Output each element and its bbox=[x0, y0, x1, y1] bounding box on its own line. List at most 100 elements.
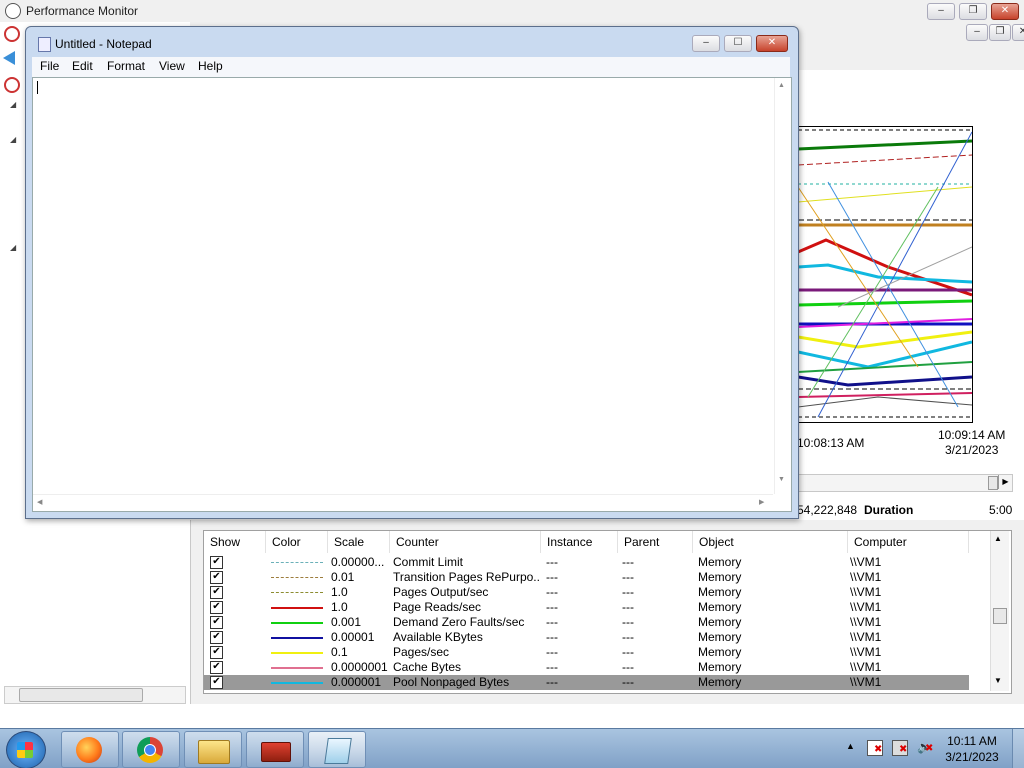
left-hscrollbar[interactable] bbox=[4, 686, 186, 704]
scroll-up-arrow-icon[interactable]: ▲ bbox=[778, 82, 785, 89]
row-parent: --- bbox=[622, 570, 634, 584]
show-checkbox[interactable]: ✔ bbox=[210, 601, 223, 614]
notepad-icon bbox=[38, 37, 51, 52]
scroll-left-arrow-icon[interactable]: ◀ bbox=[37, 498, 42, 506]
scroll-right-arrow-icon[interactable]: ▶ bbox=[998, 475, 1012, 489]
row-object: Memory bbox=[698, 615, 742, 629]
row-instance: --- bbox=[546, 675, 558, 689]
scroll-right-arrow-icon[interactable]: ▶ bbox=[759, 498, 764, 506]
row-instance: --- bbox=[546, 630, 558, 644]
col-header-scale[interactable]: Scale bbox=[328, 531, 390, 553]
row-parent: --- bbox=[622, 555, 634, 569]
row-computer: \\VM1 bbox=[850, 675, 882, 689]
row-object: Memory bbox=[698, 570, 742, 584]
tree-expander-icon[interactable]: ◢ bbox=[10, 100, 16, 109]
tree-expander-icon[interactable]: ◢ bbox=[10, 135, 16, 144]
duration-value: 5:00 bbox=[989, 503, 1013, 517]
row-instance: --- bbox=[546, 615, 558, 629]
table-row[interactable]: ✔ 1.0 Pages Output/sec --- --- Memory \\VM1 bbox=[204, 585, 969, 600]
col-header-counter[interactable]: Counter bbox=[390, 531, 541, 553]
performance-graph[interactable] bbox=[797, 126, 973, 423]
show-checkbox[interactable]: ✔ bbox=[210, 646, 223, 659]
table-vscroll-thumb[interactable] bbox=[993, 608, 1007, 624]
show-desktop-button[interactable] bbox=[1012, 729, 1024, 768]
show-checkbox[interactable]: ✔ bbox=[210, 586, 223, 599]
row-parent: --- bbox=[622, 660, 634, 674]
notepad-close-button[interactable]: ✕ bbox=[756, 35, 788, 52]
menu-file[interactable]: File bbox=[40, 59, 59, 73]
left-hscroll-thumb[interactable] bbox=[19, 688, 143, 702]
graph-hscroll-thumb[interactable] bbox=[988, 476, 998, 490]
row-counter: Pages Output/sec bbox=[393, 585, 489, 599]
clock-date: 3/21/2023 bbox=[945, 750, 999, 764]
action-center-icon[interactable]: ✖ bbox=[867, 740, 883, 756]
notepad-vscrollbar[interactable]: ▲ ▼ bbox=[774, 78, 791, 494]
col-header-color[interactable]: Color bbox=[266, 531, 328, 553]
col-header-show[interactable]: Show bbox=[204, 531, 266, 553]
minimize-button[interactable]: – bbox=[927, 3, 955, 20]
scroll-up-arrow-icon[interactable]: ▲ bbox=[994, 534, 1002, 543]
col-header-parent[interactable]: Parent bbox=[618, 531, 693, 553]
show-checkbox[interactable]: ✔ bbox=[210, 661, 223, 674]
show-hidden-icons-button[interactable]: ▲ bbox=[846, 741, 855, 751]
menu-help[interactable]: Help bbox=[198, 59, 223, 73]
error-x-icon: ✖ bbox=[899, 744, 908, 755]
graph-hscrollbar[interactable]: ▶ bbox=[797, 474, 1013, 492]
taskbar-toolbox[interactable] bbox=[246, 731, 304, 768]
table-vscrollbar[interactable]: ▲ ▼ bbox=[990, 531, 1009, 691]
taskbar-firefox[interactable] bbox=[61, 731, 119, 768]
table-row[interactable]: ✔ 0.001 Demand Zero Faults/sec --- --- Memory… bbox=[204, 615, 969, 630]
network-icon[interactable]: ✖ bbox=[892, 740, 908, 756]
row-scale: 0.001 bbox=[331, 615, 362, 629]
show-checkbox[interactable]: ✔ bbox=[210, 556, 223, 569]
row-counter: Demand Zero Faults/sec bbox=[393, 615, 525, 629]
menu-format[interactable]: Format bbox=[107, 59, 145, 73]
col-header-computer[interactable]: Computer bbox=[848, 531, 969, 553]
table-row[interactable]: ✔ 0.00001 Available KBytes --- --- Memory \\VM… bbox=[204, 630, 969, 645]
color-swatch bbox=[271, 637, 323, 639]
graph-date-right: 3/21/2023 bbox=[945, 443, 999, 457]
row-instance: --- bbox=[546, 600, 558, 614]
notepad-minimize-button[interactable]: – bbox=[692, 35, 720, 52]
restore-button[interactable]: ❐ bbox=[959, 3, 987, 20]
stop-icon[interactable] bbox=[4, 26, 20, 42]
table-row[interactable]: ✔ 0.00000... Commit Limit --- --- Memory \\VM1 bbox=[204, 555, 969, 570]
tree-expander-icon[interactable]: ◢ bbox=[10, 243, 16, 252]
start-button[interactable] bbox=[6, 731, 46, 768]
show-checkbox[interactable]: ✔ bbox=[210, 616, 223, 629]
show-checkbox[interactable]: ✔ bbox=[210, 676, 223, 689]
taskbar-chrome[interactable] bbox=[122, 731, 180, 768]
volume-muted-icon[interactable]: 🔈 ✖ bbox=[917, 740, 933, 754]
col-header-instance[interactable]: Instance bbox=[541, 531, 618, 553]
col-header-object[interactable]: Object bbox=[693, 531, 848, 553]
notepad-hscrollbar[interactable]: ◀ ▶ bbox=[33, 494, 773, 511]
notepad-window[interactable]: Untitled - Notepad – ☐ ✕ File Edit Forma… bbox=[25, 26, 799, 519]
taskbar-clock[interactable]: 10:11 AM 3/21/2023 bbox=[940, 733, 1004, 765]
scroll-down-arrow-icon[interactable]: ▼ bbox=[994, 676, 1002, 685]
scroll-down-arrow-icon[interactable]: ▼ bbox=[778, 476, 785, 483]
row-instance: --- bbox=[546, 660, 558, 674]
stop-icon-2[interactable] bbox=[4, 77, 20, 93]
taskbar-file-explorer[interactable] bbox=[184, 731, 242, 768]
inner-close-button[interactable]: ✕ bbox=[1012, 24, 1024, 41]
back-arrow-icon[interactable] bbox=[3, 51, 15, 65]
row-object: Memory bbox=[698, 675, 742, 689]
file-explorer-icon bbox=[198, 740, 230, 764]
menu-view[interactable]: View bbox=[159, 59, 185, 73]
table-row[interactable]: ✔ 1.0 Page Reads/sec --- --- Memory \\VM1 bbox=[204, 600, 969, 615]
table-row[interactable]: ✔ 0.1 Pages/sec --- --- Memory \\VM1 bbox=[204, 645, 969, 660]
inner-minimize-button[interactable]: – bbox=[966, 24, 988, 41]
menu-edit[interactable]: Edit bbox=[72, 59, 93, 73]
notepad-maximize-button[interactable]: ☐ bbox=[724, 35, 752, 52]
table-row[interactable]: ✔ 0.0000001 Cache Bytes --- --- Memory \\VM1 bbox=[204, 660, 969, 675]
taskbar-notepad[interactable] bbox=[308, 731, 366, 768]
show-checkbox[interactable]: ✔ bbox=[210, 571, 223, 584]
table-row[interactable]: ✔ 0.000001 Pool Nonpaged Bytes --- --- Memory… bbox=[204, 675, 969, 690]
show-checkbox[interactable]: ✔ bbox=[210, 631, 223, 644]
notepad-text-area[interactable]: ▲ ▼ ◀ ▶ bbox=[32, 77, 792, 512]
chrome-icon bbox=[137, 737, 163, 763]
close-button[interactable]: ✕ bbox=[991, 3, 1019, 20]
inner-restore-button[interactable]: ❐ bbox=[989, 24, 1011, 41]
table-row[interactable]: ✔ 0.01 Transition Pages RePurpo... --- --- Me… bbox=[204, 570, 969, 585]
graph-time-right: 10:09:14 AM bbox=[938, 428, 1006, 442]
